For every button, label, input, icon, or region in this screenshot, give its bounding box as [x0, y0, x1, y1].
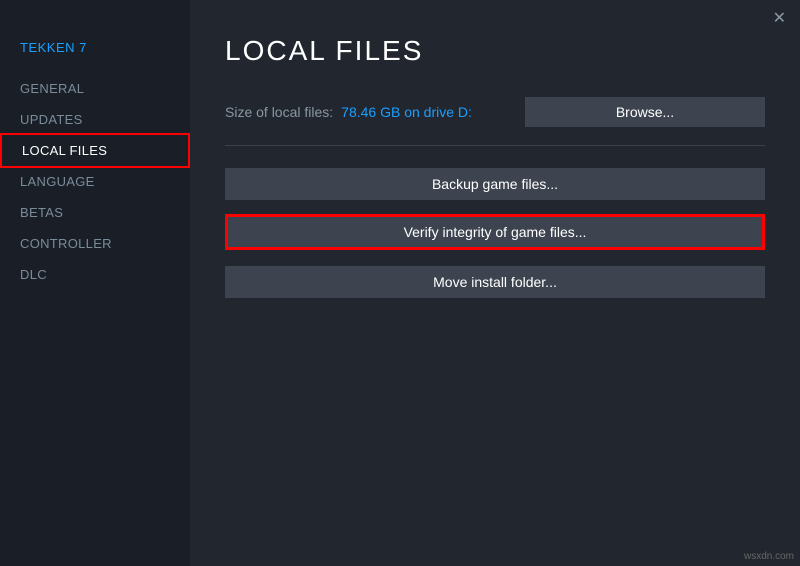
- nav-dlc[interactable]: DLC: [0, 259, 190, 290]
- game-title: TEKKEN 7: [0, 32, 190, 73]
- nav-controller[interactable]: CONTROLLER: [0, 228, 190, 259]
- size-row: Size of local files: 78.46 GB on drive D…: [225, 97, 765, 127]
- browse-button[interactable]: Browse...: [525, 97, 765, 127]
- move-button[interactable]: Move install folder...: [225, 266, 765, 298]
- divider: [225, 145, 765, 146]
- nav-updates[interactable]: UPDATES: [0, 104, 190, 135]
- nav-betas[interactable]: BETAS: [0, 197, 190, 228]
- size-label: Size of local files:: [225, 104, 333, 120]
- nav-language[interactable]: LANGUAGE: [0, 166, 190, 197]
- verify-button[interactable]: Verify integrity of game files...: [225, 214, 765, 250]
- nav-general[interactable]: GENERAL: [0, 73, 190, 104]
- nav-local-files[interactable]: LOCAL FILES: [0, 133, 190, 168]
- size-value: 78.46 GB on drive D:: [341, 104, 472, 120]
- main-panel: LOCAL FILES Size of local files: 78.46 G…: [190, 0, 800, 566]
- page-title: LOCAL FILES: [225, 35, 765, 67]
- backup-button[interactable]: Backup game files...: [225, 168, 765, 200]
- sidebar: TEKKEN 7 GENERAL UPDATES LOCAL FILES LAN…: [0, 0, 190, 566]
- watermark: wsxdn.com: [744, 551, 794, 562]
